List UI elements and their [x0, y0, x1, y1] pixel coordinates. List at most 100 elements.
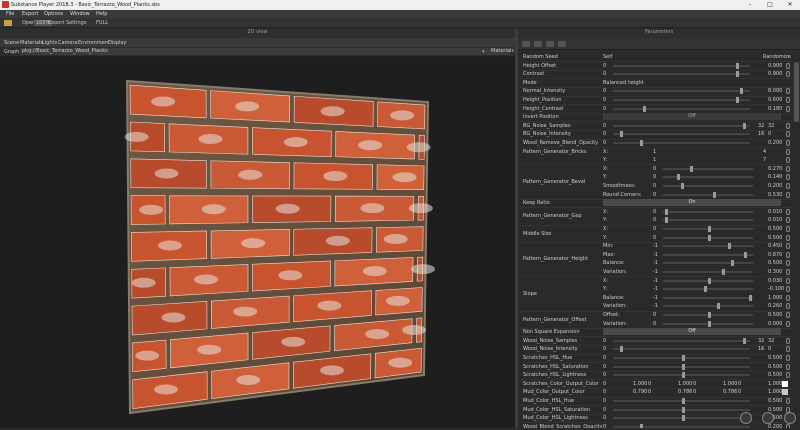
spinner-icon[interactable] [786, 243, 790, 250]
menu-options[interactable]: Options [44, 11, 63, 17]
slider-thumb[interactable] [736, 71, 740, 78]
color-channel-value[interactable]: 1.000 [723, 381, 737, 387]
slider-thumb[interactable] [748, 294, 752, 301]
slider-thumb[interactable] [727, 243, 731, 250]
tab-outputs[interactable] [546, 41, 554, 47]
slider-track[interactable] [663, 193, 753, 196]
slider-thumb[interactable] [681, 415, 685, 422]
spinner-icon[interactable] [786, 226, 790, 232]
slider-track[interactable] [663, 245, 753, 248]
param-value[interactable]: 0.600 [768, 97, 796, 103]
spinner-icon[interactable] [786, 183, 790, 189]
slider-track[interactable] [613, 142, 750, 144]
slider-thumb[interactable] [743, 337, 747, 344]
slider-thumb[interactable] [736, 62, 740, 69]
slider-thumb[interactable] [708, 234, 711, 241]
param-value[interactable]: 0.010 [768, 209, 796, 215]
param-value[interactable]: 0.500 [768, 312, 796, 318]
color-channel-value[interactable]: 0.786 [678, 389, 692, 395]
param-value[interactable]: 0.030 [768, 278, 796, 284]
slider-thumb[interactable] [681, 398, 685, 404]
param-value[interactable]: 0.450 [768, 243, 796, 249]
menu-window[interactable]: Window [70, 11, 90, 17]
slider-thumb[interactable] [643, 105, 647, 112]
export-settings-button[interactable]: Export Settings [48, 20, 86, 26]
menu-camera[interactable]: Camera [58, 40, 78, 46]
slider-thumb[interactable] [619, 346, 623, 353]
slider-track[interactable] [663, 288, 753, 291]
slider-track[interactable] [613, 425, 750, 428]
param-value[interactable]: 0 [768, 346, 796, 352]
slider-thumb[interactable] [721, 269, 725, 275]
spinner-icon[interactable] [786, 355, 790, 361]
pause-icon[interactable] [762, 412, 774, 424]
param-value[interactable]: 0.900 [768, 71, 796, 77]
spinner-icon[interactable] [786, 62, 790, 69]
slider-track[interactable] [613, 133, 750, 136]
spinner-icon[interactable] [786, 122, 790, 129]
menu-help[interactable]: Help [96, 11, 107, 17]
spinner-icon[interactable] [786, 165, 790, 172]
fit-button[interactable]: FULL [96, 20, 108, 26]
color-channel-value[interactable]: 1.000 [678, 381, 692, 387]
param-value[interactable]: 0.270 [768, 166, 796, 172]
params-scrollbar[interactable] [794, 52, 799, 428]
maximize-icon[interactable]: □ [760, 0, 780, 10]
param-value[interactable]: 8.000 [768, 88, 796, 94]
menu-environment[interactable]: Environment [78, 40, 110, 46]
slider-thumb[interactable] [708, 226, 711, 232]
spinner-icon[interactable] [786, 337, 790, 344]
param-value[interactable]: 0.000 [768, 321, 796, 327]
color-channel-value[interactable]: 1.000 [768, 381, 782, 387]
spinner-icon[interactable] [786, 251, 790, 258]
slider-track[interactable] [663, 305, 753, 308]
color-channel-value[interactable]: 0.790 [633, 389, 647, 395]
slider-track[interactable] [613, 124, 750, 127]
slider-track[interactable] [613, 99, 750, 101]
color-channel-value[interactable]: 1.000 [633, 381, 647, 387]
scroll-thumb[interactable] [794, 62, 799, 122]
spinner-icon[interactable] [786, 140, 790, 146]
param-value[interactable]: 0.900 [768, 63, 796, 69]
seed-value[interactable]: Self [603, 54, 612, 60]
slider-thumb[interactable] [640, 140, 644, 146]
menu-file[interactable]: File [6, 11, 14, 17]
viewport-3d[interactable] [0, 57, 515, 428]
play-icon[interactable] [784, 412, 796, 424]
chevron-down-icon[interactable]: ▾ [482, 49, 485, 55]
spinner-icon[interactable] [786, 269, 790, 275]
slider-thumb[interactable] [743, 122, 747, 129]
tab-info[interactable] [558, 41, 566, 47]
tab-parameters[interactable] [522, 41, 530, 47]
spinner-icon[interactable] [786, 312, 790, 318]
slider-thumb[interactable] [640, 423, 644, 428]
spinner-icon[interactable] [786, 71, 790, 78]
slider-thumb[interactable] [703, 286, 707, 293]
color-channel-value[interactable]: 0.786 [723, 389, 737, 395]
param-value[interactable]: 0.530 [768, 192, 796, 198]
slider-track[interactable] [663, 296, 753, 299]
slider-thumb[interactable] [664, 217, 668, 224]
param-value[interactable]: 0.260 [768, 303, 796, 309]
toggle-button[interactable]: Off [603, 113, 781, 121]
param-value[interactable]: 0.180 [768, 106, 796, 112]
slider-track[interactable] [663, 210, 753, 213]
slider-thumb[interactable] [676, 174, 680, 181]
param-value[interactable]: 0.870 [768, 252, 796, 258]
slider-thumb[interactable] [717, 303, 720, 310]
mode-dropdown[interactable]: Materials [490, 48, 514, 55]
keep-ratio-toggle[interactable]: On [603, 199, 781, 207]
slider-thumb[interactable] [740, 88, 744, 95]
spinner-icon[interactable] [786, 97, 790, 103]
spinner-icon[interactable] [786, 320, 790, 327]
slider-thumb[interactable] [744, 251, 747, 258]
slider-thumb[interactable] [708, 277, 711, 284]
param-value[interactable]: 0.200 [768, 183, 796, 189]
slider-track[interactable] [613, 73, 750, 76]
mode-dropdown[interactable]: Balanced height [603, 80, 644, 86]
slider-thumb[interactable] [619, 131, 623, 138]
non-square-toggle[interactable]: Off [603, 328, 781, 336]
minimize-icon[interactable]: – [740, 0, 760, 10]
slider-track[interactable] [613, 90, 750, 93]
camera-orbit-icon[interactable] [740, 412, 752, 424]
